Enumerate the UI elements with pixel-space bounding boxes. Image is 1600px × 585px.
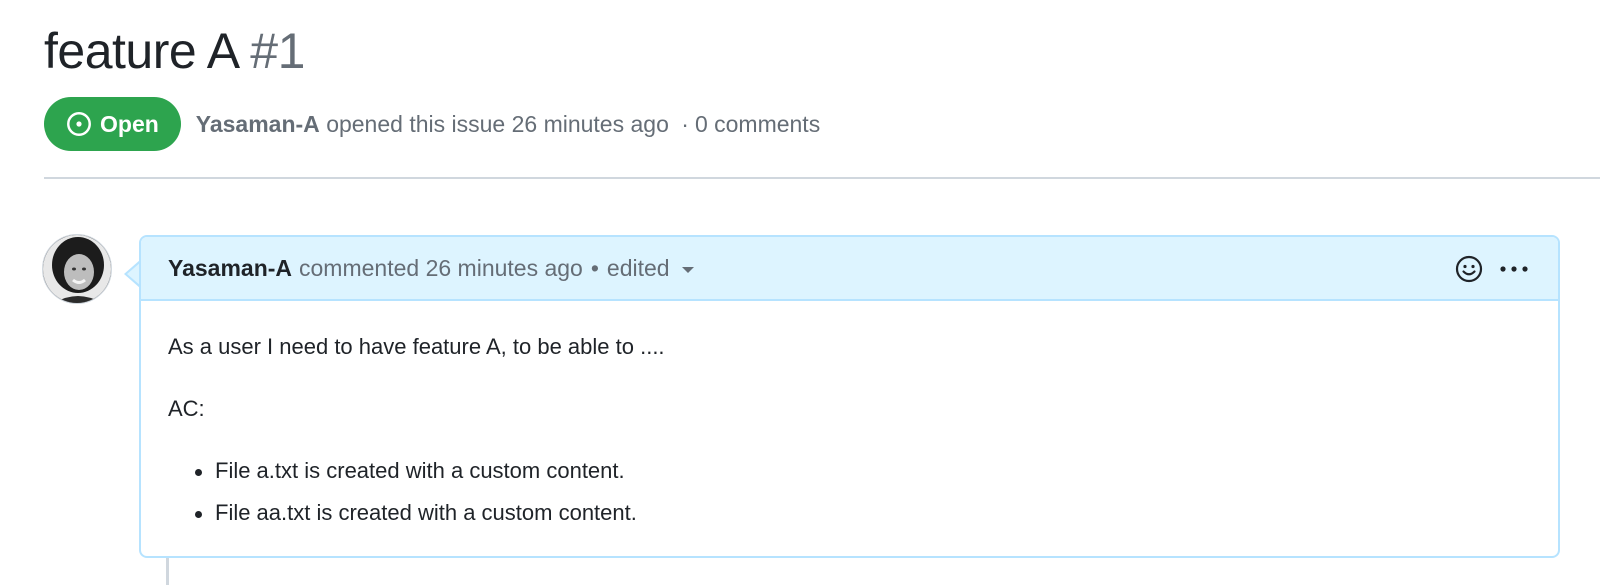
edited-dropdown[interactable]: edited	[607, 255, 694, 282]
comment-paragraph: As a user I need to have feature A, to b…	[168, 334, 665, 359]
list-item: File aa.txt is created with a custom con…	[168, 497, 637, 539]
state-label: Open	[100, 110, 159, 137]
timeline-line	[166, 558, 169, 585]
opened-text: opened this issue 26 minutes ago	[326, 110, 669, 137]
ac-list: File a.txt is created with a custom cont…	[168, 455, 637, 539]
header-divider	[44, 177, 1600, 179]
comment-box: Yasaman-A commented 26 minutes ago • edi…	[139, 235, 1560, 558]
smiley-icon[interactable]	[1454, 254, 1484, 284]
state-badge: Open	[44, 97, 181, 151]
chevron-down-icon	[681, 267, 694, 273]
comment-bullet: •	[590, 254, 599, 281]
issue-page: feature A #1 Open Yasaman-A opened this …	[0, 0, 1600, 585]
issue-meta: Open Yasaman-A opened this issue 26 minu…	[44, 97, 820, 151]
issue-opened-icon	[67, 112, 91, 136]
issue-title: feature A #1	[44, 14, 305, 88]
comment-action-text: commented 26 minutes ago	[299, 254, 583, 281]
avatar-image	[43, 235, 111, 303]
meta-separator: ·	[681, 110, 689, 137]
issue-number: #1	[250, 23, 305, 79]
comment-actions	[1454, 237, 1530, 301]
comment-header: Yasaman-A commented 26 minutes ago • edi…	[141, 237, 1558, 301]
comments-count: 0 comments	[694, 110, 821, 137]
kebab-horizontal-icon[interactable]	[1498, 254, 1530, 284]
issue-meta-text: Yasaman-A opened this issue 26 minutes a…	[196, 111, 820, 138]
comment-author-link[interactable]: Yasaman-A	[168, 255, 292, 282]
list-item: File a.txt is created with a custom cont…	[168, 455, 637, 497]
edited-label: edited	[606, 254, 670, 281]
issue-title-text: feature A	[44, 23, 237, 79]
issue-author-link[interactable]: Yasaman-A	[196, 111, 320, 137]
avatar[interactable]	[42, 234, 112, 304]
ac-label: AC:	[168, 396, 205, 421]
